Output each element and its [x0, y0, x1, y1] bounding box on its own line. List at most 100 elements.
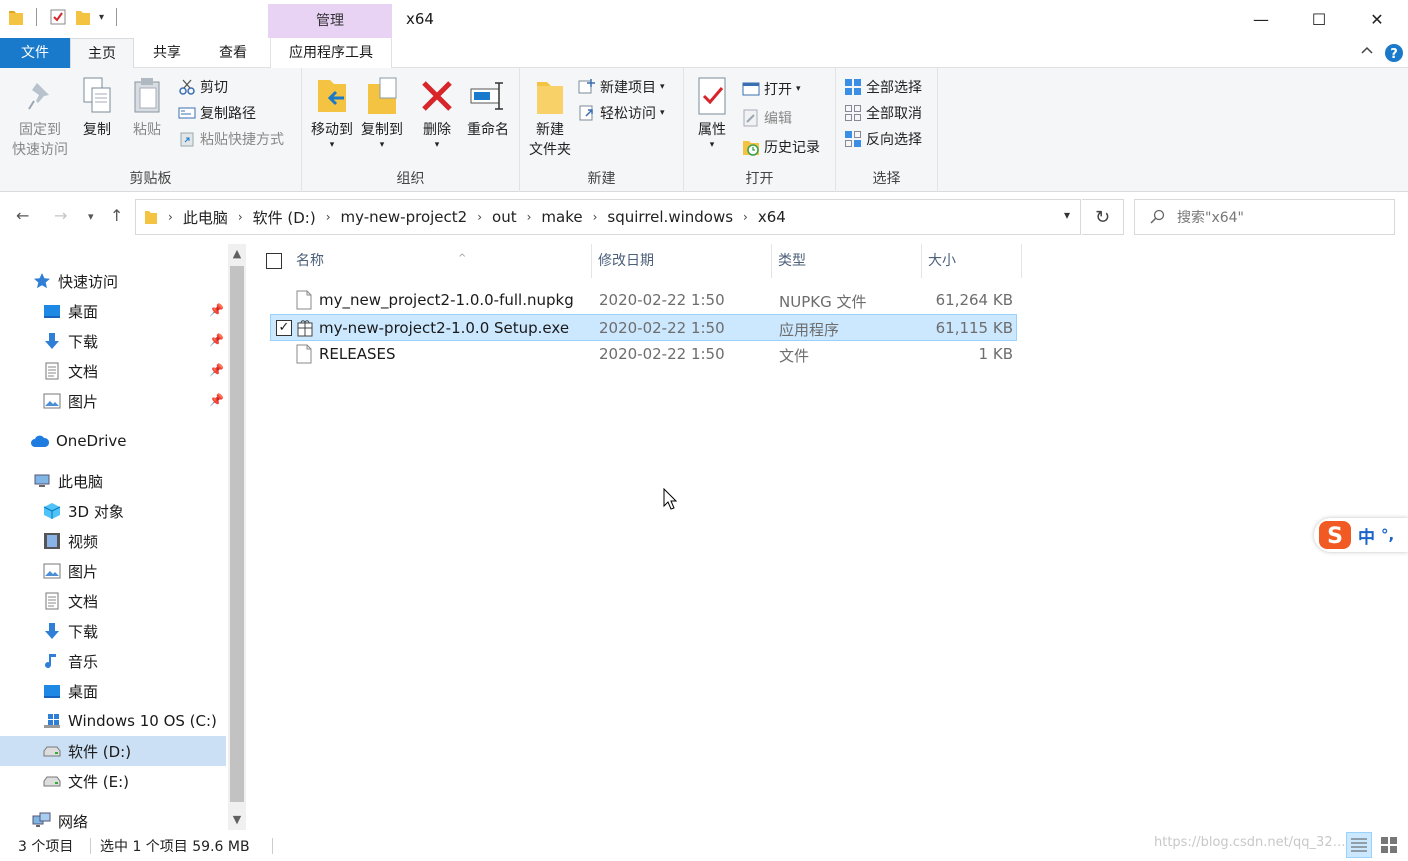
- rename-button[interactable]: 重命名: [462, 74, 514, 140]
- column-type[interactable]: 类型: [772, 244, 922, 278]
- nav-pictures[interactable]: 图片: [0, 556, 228, 586]
- breadcrumb-separator[interactable]: ›: [743, 210, 748, 224]
- breadcrumb-separator[interactable]: ›: [593, 210, 598, 224]
- tab-home[interactable]: 主页: [70, 38, 134, 68]
- column-size[interactable]: 大小: [922, 244, 1022, 278]
- maximize-button[interactable]: ☐: [1290, 0, 1348, 38]
- history-button[interactable]: 历史记录: [742, 136, 820, 158]
- tab-share[interactable]: 共享: [134, 38, 200, 68]
- tab-file[interactable]: 文件: [0, 38, 70, 68]
- nav-this-pc[interactable]: 此电脑: [0, 466, 228, 496]
- navigation-bar: ← → ▾ ↑ › 此电脑 › 软件 (D:) › my-new-project…: [0, 196, 1408, 240]
- recent-locations-chevron-icon[interactable]: ▾: [88, 210, 94, 223]
- file-row[interactable]: my_new_project2-1.0.0-full.nupkg 2020-02…: [270, 287, 1017, 314]
- collapse-ribbon-icon[interactable]: [1360, 44, 1374, 58]
- scrollbar-thumb[interactable]: [230, 266, 244, 802]
- nav-qa-desktop[interactable]: 桌面 📌: [0, 296, 228, 326]
- pin-icon[interactable]: 📌: [209, 333, 224, 347]
- up-arrow-icon[interactable]: ↑: [110, 206, 123, 225]
- invert-selection-button[interactable]: 反向选择: [844, 128, 922, 150]
- large-icons-view-icon[interactable]: [1376, 832, 1402, 858]
- paste-shortcut-button[interactable]: 粘贴快捷方式: [178, 128, 284, 150]
- ime-mode-label[interactable]: 中: [1358, 523, 1375, 548]
- scroll-up-arrow-icon[interactable]: ▲: [228, 244, 246, 264]
- breadcrumb-project[interactable]: my-new-project2: [341, 208, 468, 226]
- breadcrumb-squirrel-windows[interactable]: squirrel.windows: [607, 208, 733, 226]
- ime-toolbar[interactable]: S 中 °,: [1314, 518, 1408, 552]
- nav-qa-pictures[interactable]: 图片 📌: [0, 386, 228, 416]
- open-button[interactable]: 打开 ▾: [742, 78, 801, 100]
- nav-documents[interactable]: 文档: [0, 586, 228, 616]
- nav-qa-documents[interactable]: 文档 📌: [0, 356, 228, 386]
- help-icon[interactable]: ?: [1384, 43, 1404, 63]
- copy-icon: [77, 74, 117, 118]
- paste-button[interactable]: 粘贴: [126, 74, 168, 140]
- breadcrumb-separator[interactable]: ›: [477, 210, 482, 224]
- breadcrumb-separator[interactable]: ›: [238, 210, 243, 224]
- breadcrumb-separator[interactable]: ›: [527, 210, 532, 224]
- nav-3d-objects[interactable]: 3D 对象: [0, 496, 228, 526]
- search-box[interactable]: 搜索"x64": [1134, 199, 1395, 235]
- address-bar[interactable]: › 此电脑 › 软件 (D:) › my-new-project2 › out …: [135, 199, 1081, 235]
- nav-videos[interactable]: 视频: [0, 526, 228, 556]
- tab-app-tools[interactable]: 应用程序工具: [270, 38, 392, 68]
- edit-label: 编辑: [764, 111, 792, 127]
- column-name[interactable]: 名称 ^: [290, 244, 592, 278]
- address-history-chevron-icon[interactable]: ▾: [1064, 208, 1070, 222]
- breadcrumb-this-pc[interactable]: 此电脑: [183, 207, 228, 228]
- scroll-down-arrow-icon[interactable]: ▼: [228, 810, 246, 830]
- chevron-down-icon: ▾: [660, 108, 665, 118]
- move-to-button[interactable]: 移动到 ▾: [306, 74, 358, 150]
- breadcrumb-separator[interactable]: ›: [326, 210, 331, 224]
- breadcrumb-make[interactable]: make: [541, 208, 582, 226]
- new-folder-icon[interactable]: [75, 8, 91, 26]
- new-folder-button[interactable]: 新建 文件夹: [524, 74, 576, 160]
- nav-drive-c[interactable]: Windows 10 OS (C:): [0, 706, 228, 736]
- easy-access-button[interactable]: 轻松访问 ▾: [578, 102, 665, 124]
- tab-view[interactable]: 查看: [200, 38, 266, 68]
- pin-icon[interactable]: 📌: [209, 393, 224, 407]
- nav-drive-e[interactable]: 文件 (E:): [0, 766, 228, 796]
- copy-path-button[interactable]: 复制路径: [178, 102, 256, 124]
- breadcrumb-x64[interactable]: x64: [758, 208, 786, 226]
- select-all-checkbox[interactable]: [266, 253, 282, 269]
- edit-button[interactable]: 编辑: [742, 107, 792, 129]
- breadcrumb-out[interactable]: out: [492, 208, 517, 226]
- breadcrumb-drive-d[interactable]: 软件 (D:): [253, 207, 316, 228]
- column-modified[interactable]: 修改日期: [592, 244, 772, 278]
- file-row-selected[interactable]: ✓ my-new-project2-1.0.0 Setup.exe 2020-0…: [270, 314, 1017, 341]
- minimize-button[interactable]: —: [1232, 0, 1290, 38]
- cut-button[interactable]: 剪切: [178, 76, 228, 98]
- nav-desktop[interactable]: 桌面: [0, 676, 228, 706]
- pin-to-quick-access-button[interactable]: 固定到 快速访问: [6, 74, 74, 160]
- refresh-button[interactable]: ↻: [1082, 199, 1124, 235]
- nav-qa-downloads[interactable]: 下载 📌: [0, 326, 228, 356]
- select-all-button[interactable]: 全部选择: [844, 76, 922, 98]
- forward-arrow-icon[interactable]: →: [54, 206, 67, 225]
- copy-button[interactable]: 复制: [76, 74, 118, 140]
- customize-qat-icon[interactable]: ▾: [99, 12, 104, 23]
- properties-button[interactable]: 属性 ▾: [690, 74, 734, 150]
- delete-button[interactable]: 删除 ▾: [414, 74, 460, 150]
- nav-downloads[interactable]: 下载: [0, 616, 228, 646]
- file-row[interactable]: RELEASES 2020-02-22 1:50 文件 1 KB: [270, 341, 1017, 368]
- nav-onedrive[interactable]: OneDrive: [0, 426, 228, 456]
- nav-drive-d[interactable]: 软件 (D:): [0, 736, 226, 766]
- nav-pane-scrollbar[interactable]: ▲ ▼: [228, 244, 246, 830]
- pin-icon[interactable]: 📌: [209, 363, 224, 377]
- pin-icon[interactable]: 📌: [209, 303, 224, 317]
- properties-icon[interactable]: [49, 8, 67, 26]
- row-checkbox-checked[interactable]: ✓: [276, 320, 292, 336]
- select-none-button[interactable]: 全部取消: [844, 102, 922, 124]
- close-button[interactable]: ✕: [1348, 0, 1406, 38]
- nav-quick-access[interactable]: 快速访问: [0, 266, 228, 296]
- document-icon: [42, 591, 62, 611]
- nav-music[interactable]: 音乐: [0, 646, 228, 676]
- copy-to-button[interactable]: 复制到 ▾: [356, 74, 408, 150]
- back-arrow-icon[interactable]: ←: [16, 206, 29, 225]
- details-view-icon[interactable]: [1346, 832, 1372, 858]
- new-item-button[interactable]: 新建项目 ▾: [578, 76, 665, 98]
- group-label-organize: 组织: [396, 171, 425, 187]
- chevron-down-icon: ▾: [379, 140, 385, 150]
- ime-punctuation-label[interactable]: °,: [1381, 526, 1394, 544]
